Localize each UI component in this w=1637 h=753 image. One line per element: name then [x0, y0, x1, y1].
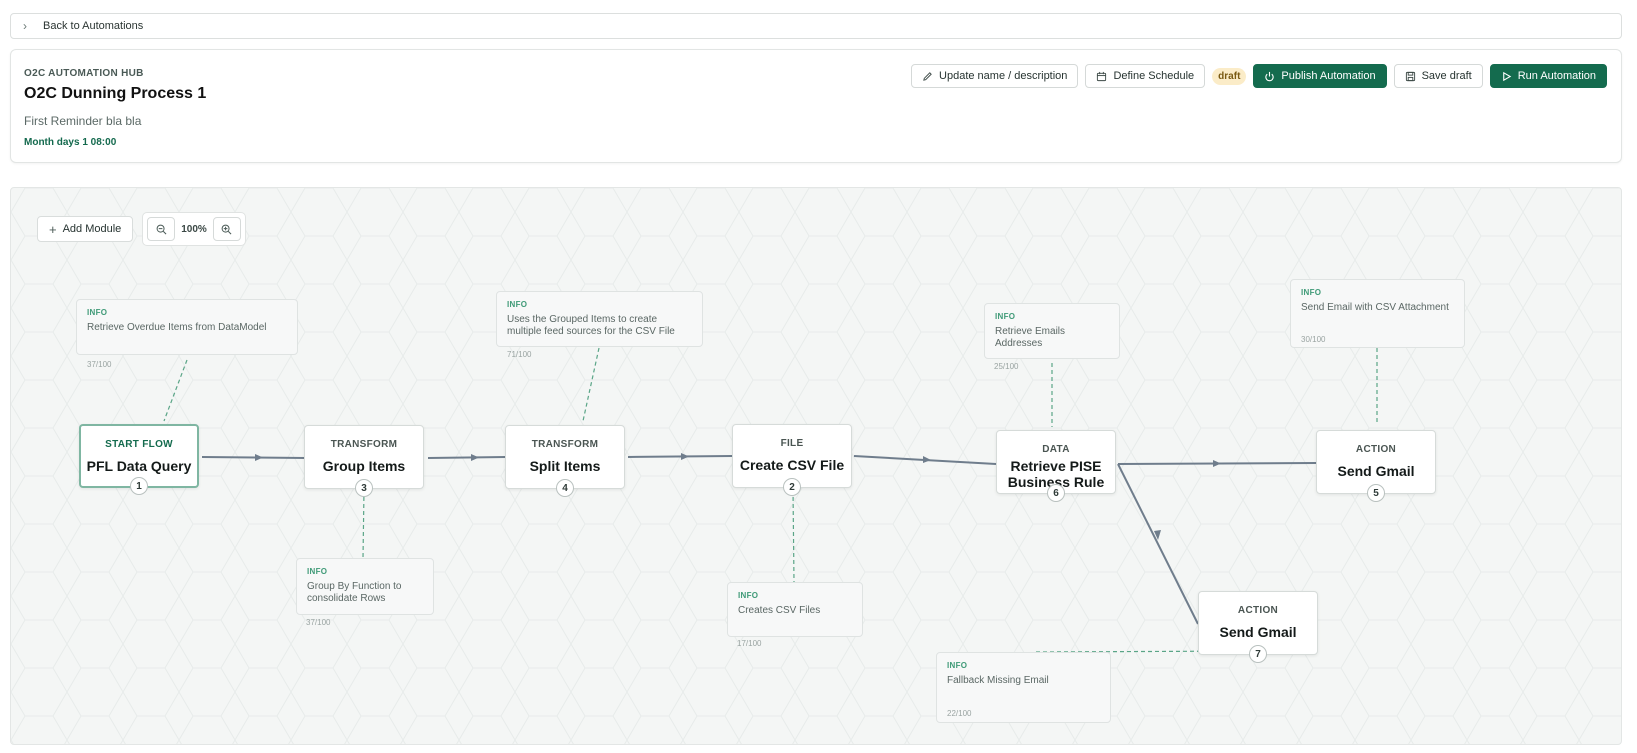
info-text: Send Email with CSV Attachment: [1301, 302, 1449, 313]
char-count: 22/100: [947, 709, 972, 718]
workflow-canvas[interactable]: + Add Module 100% INFO Retrieve Overdue …: [10, 187, 1622, 745]
flow-node-send-gmail-fallback[interactable]: ACTION Send Gmail 7: [1198, 591, 1318, 663]
page-title: O2C Dunning Process 1: [24, 85, 207, 102]
update-name-button[interactable]: Update name / description: [911, 64, 1079, 88]
char-count: 30/100: [1301, 335, 1326, 344]
save-icon: [1405, 71, 1415, 81]
plus-icon: +: [49, 221, 57, 237]
node-name: Group Items: [322, 458, 406, 474]
add-module-label: Add Module: [62, 223, 122, 235]
edge-4-2: [627, 455, 733, 458]
run-automation-button[interactable]: Run Automation: [1489, 64, 1607, 88]
automation-header: O2C AUTOMATION HUB O2C Dunning Process 1…: [10, 49, 1622, 163]
zoom-out-button[interactable]: [147, 217, 175, 241]
publish-automation-button[interactable]: Publish Automation: [1253, 64, 1387, 88]
info-box[interactable]: INFO Group By Function to consolidate Ro…: [296, 558, 434, 615]
page-description: First Reminder bla bla: [24, 114, 142, 128]
info-tag: INFO: [1301, 288, 1322, 297]
info-tag: INFO: [507, 300, 528, 309]
info-tag: INFO: [307, 567, 328, 576]
char-count: 25/100: [994, 362, 1019, 371]
flow-node-pfl-data-query[interactable]: START FLOW PFL Data Query 1: [79, 424, 199, 495]
node-number: 1: [130, 477, 148, 495]
define-schedule-button[interactable]: Define Schedule: [1085, 64, 1206, 88]
run-automation-label: Run Automation: [1517, 70, 1596, 82]
node-number: 2: [783, 478, 801, 496]
play-icon: [1502, 71, 1511, 81]
zoom-in-button[interactable]: [212, 217, 241, 241]
node-name: Send Gmail: [1337, 463, 1415, 479]
edge-3-4: [427, 456, 507, 459]
node-type: ACTION: [1355, 444, 1397, 455]
info-text: Uses the Grouped Items to create multipl…: [507, 314, 675, 337]
zoom-out-icon: [156, 224, 166, 234]
info-text: Fallback Missing Email: [947, 675, 1049, 686]
info-tag: INFO: [87, 308, 108, 317]
info-box[interactable]: INFO Creates CSV Files: [727, 582, 863, 637]
char-count: 17/100: [737, 639, 762, 648]
zoom-controls: 100%: [142, 212, 246, 246]
flow-node-retrieve-pise-business-rule[interactable]: DATA Retrieve PISE Business Rule 6: [996, 430, 1116, 502]
node-number: 3: [355, 479, 373, 497]
info-tag: INFO: [947, 661, 968, 670]
info-box[interactable]: INFO Send Email with CSV Attachment 30/1…: [1290, 279, 1465, 348]
node-type: ACTION: [1237, 605, 1279, 616]
char-count: 37/100: [306, 618, 331, 627]
zoom-level: 100%: [181, 223, 207, 235]
char-count: 71/100: [507, 350, 532, 359]
schedule-text: Month days 1 08:00: [24, 137, 117, 148]
node-number: 6: [1047, 484, 1065, 502]
edge-1-3: [201, 456, 307, 459]
node-name: Send Gmail: [1219, 624, 1297, 640]
update-name-label: Update name / description: [939, 70, 1068, 82]
power-icon: [1265, 71, 1275, 81]
zoom-in-icon: [222, 224, 232, 234]
node-type: TRANSFORM: [330, 439, 398, 450]
hub-label: O2C AUTOMATION HUB: [24, 68, 144, 79]
info-text: Retrieve Overdue Items from DataModel: [87, 322, 267, 333]
info-box[interactable]: INFO Uses the Grouped Items to create mu…: [496, 291, 703, 347]
add-module-button[interactable]: + Add Module: [37, 216, 134, 242]
back-to-automations-link[interactable]: › Back to Automations: [10, 13, 1622, 39]
info-text: Creates CSV Files: [738, 605, 821, 616]
flow-node-create-csv-file[interactable]: FILE Create CSV File 2: [732, 424, 852, 496]
info-box[interactable]: INFO Retrieve Overdue Items from DataMod…: [76, 299, 298, 355]
node-number: 4: [556, 479, 574, 497]
node-name: Create CSV File: [739, 457, 845, 473]
node-number: 5: [1367, 484, 1385, 502]
node-name: PFL Data Query: [86, 458, 192, 474]
char-count: 37/100: [87, 360, 112, 369]
info-tag: INFO: [738, 591, 759, 600]
header-toolbar: Update name / description Define Schedul…: [911, 64, 1607, 88]
chevron-right-icon: ›: [23, 19, 27, 33]
info-text: Group By Function to consolidate Rows: [307, 581, 402, 604]
flow-node-group-items[interactable]: TRANSFORM Group Items 3: [304, 425, 424, 497]
info-box[interactable]: INFO Retrieve Emails Addresses: [984, 303, 1120, 359]
node-number: 7: [1249, 645, 1267, 663]
node-type: DATA: [1042, 444, 1070, 455]
publish-automation-label: Publish Automation: [1281, 70, 1376, 82]
info-box[interactable]: INFO Fallback Missing Email 22/100: [936, 652, 1111, 723]
pencil-icon: [923, 71, 932, 81]
save-draft-label: Save draft: [1421, 70, 1472, 82]
status-badge: draft: [1212, 67, 1247, 85]
node-name: Split Items: [529, 458, 601, 474]
flow-node-send-gmail[interactable]: ACTION Send Gmail 5: [1316, 430, 1436, 502]
save-draft-button[interactable]: Save draft: [1393, 64, 1483, 88]
node-type: START FLOW: [105, 439, 173, 450]
info-text: Retrieve Emails Addresses: [995, 326, 1066, 349]
node-type: TRANSFORM: [531, 439, 599, 450]
calendar-icon: [1097, 71, 1107, 81]
info-tag: INFO: [995, 312, 1016, 321]
back-link-label: Back to Automations: [43, 20, 144, 32]
define-schedule-label: Define Schedule: [1113, 70, 1195, 82]
flow-node-split-items[interactable]: TRANSFORM Split Items 4: [505, 425, 625, 497]
node-type: FILE: [780, 438, 804, 449]
